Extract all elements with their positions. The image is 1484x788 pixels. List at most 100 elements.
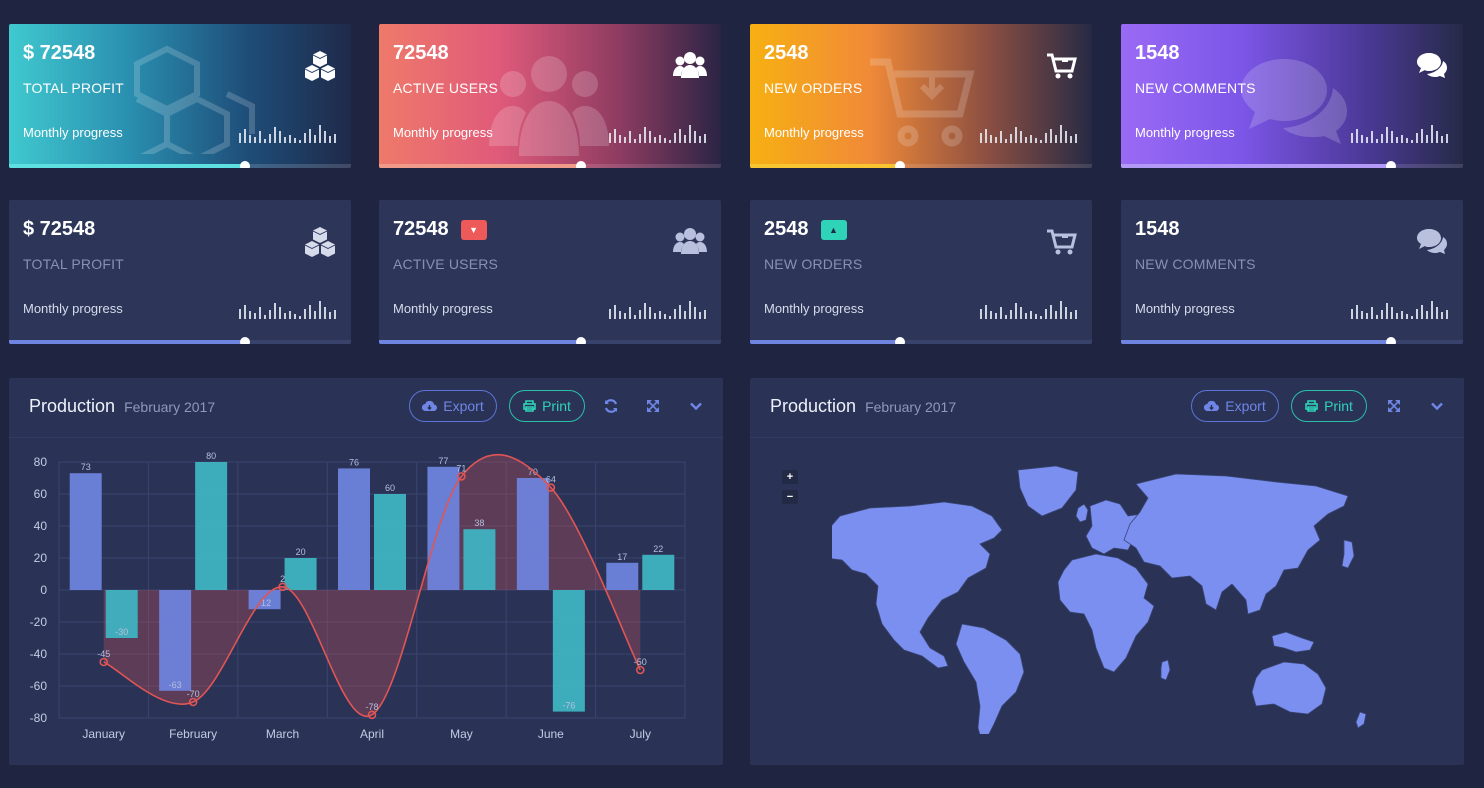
sparkline-bar <box>1065 131 1067 143</box>
sparkline-bar <box>644 303 646 319</box>
sparkline-bar <box>659 311 661 319</box>
data-label: -45 <box>97 649 110 659</box>
sparkline-bar <box>985 305 987 319</box>
refresh-icon[interactable] <box>603 398 619 414</box>
data-label: -50 <box>634 657 647 667</box>
sparkline-bar <box>1386 303 1388 319</box>
progress-knob[interactable] <box>1386 161 1397 168</box>
sparkline-bar <box>269 310 271 319</box>
stat-card-new-orders[interactable]: 2548 NEW ORDERS Monthly progress <box>750 24 1092 168</box>
progress-knob[interactable] <box>895 161 906 168</box>
sparkline-bar <box>1030 135 1032 143</box>
bar <box>516 478 549 590</box>
stat-card-active-users[interactable]: 72548 ACTIVE USERS Monthly progress <box>379 24 721 168</box>
stat-card-new-orders[interactable]: 2548 ▲ NEW ORDERS Monthly progress <box>750 200 1092 344</box>
sparkline-bar <box>1356 129 1358 143</box>
print-button[interactable]: Print <box>509 390 585 422</box>
bar <box>606 562 639 590</box>
bar <box>463 529 496 590</box>
sparkline <box>239 125 336 143</box>
sparkline-bar <box>624 137 626 143</box>
stat-label: TOTAL PROFIT <box>23 80 124 96</box>
map-uk <box>1075 503 1089 523</box>
stat-card-new-comments[interactable]: 1548 NEW COMMENTS Monthly progress <box>1121 200 1463 344</box>
sparkline-bar <box>679 305 681 319</box>
sparkline-bar <box>1426 135 1428 143</box>
sparkline-bar <box>1035 138 1037 143</box>
map-zoom-in-button[interactable]: + <box>782 470 798 484</box>
data-label: 76 <box>349 457 359 467</box>
stat-card-new-comments[interactable]: 1548 NEW COMMENTS Monthly progress <box>1121 24 1463 168</box>
cloud-download-icon <box>1204 400 1220 412</box>
bar <box>159 590 192 691</box>
sparkline-bar <box>1401 311 1403 319</box>
stat-card-active-users[interactable]: 72548 ▼ ACTIVE USERS Monthly progress <box>379 200 721 344</box>
progress-bar <box>750 340 901 344</box>
progress-knob[interactable] <box>575 161 586 168</box>
map-australia <box>1251 661 1327 715</box>
sparkline-bar <box>289 135 291 143</box>
data-label: 80 <box>206 451 216 461</box>
sparkline-bar <box>299 316 301 319</box>
sparkline-bar <box>1070 136 1072 143</box>
y-tick-label: -60 <box>30 679 48 693</box>
sparkline-bar <box>284 137 286 143</box>
x-tick-label: June <box>538 727 564 741</box>
sparkline-bar <box>1020 307 1022 319</box>
data-label: 64 <box>546 475 556 485</box>
map-zoom-out-button[interactable]: − <box>782 490 798 504</box>
data-label: 73 <box>81 462 91 472</box>
printer-icon <box>1305 400 1318 412</box>
sparkline-bar <box>639 134 641 143</box>
sparkline-bar <box>1351 133 1353 143</box>
progress-knob[interactable] <box>895 337 906 344</box>
stat-label: NEW ORDERS <box>764 80 863 96</box>
sparkline-bar <box>1361 311 1363 319</box>
sparkline-bar <box>1411 316 1413 319</box>
sparkline-bar <box>1411 140 1413 143</box>
export-button[interactable]: Export <box>1191 390 1279 422</box>
sparkline-bar <box>1396 137 1398 143</box>
progress-knob[interactable] <box>239 161 250 168</box>
sparkline-bar <box>314 311 316 319</box>
sparkline-bar <box>1376 315 1378 319</box>
sparkline-bar <box>614 305 616 319</box>
sparkline-bar <box>654 313 656 319</box>
bar <box>374 494 406 590</box>
sparkline <box>980 301 1077 319</box>
fullscreen-icon[interactable] <box>645 398 661 414</box>
stat-card-total-profit[interactable]: $ 72548 TOTAL PROFIT Monthly progress <box>9 200 351 344</box>
fullscreen-icon[interactable] <box>1386 398 1402 414</box>
progress-bar <box>9 340 245 344</box>
data-label: 2 <box>280 574 285 584</box>
progress-knob[interactable] <box>1386 337 1397 344</box>
stat-card-total-profit[interactable]: $ 72548 TOTAL PROFIT Monthly progress <box>9 24 351 168</box>
sparkline-bar <box>634 139 636 143</box>
export-button[interactable]: Export <box>409 390 497 422</box>
progress-knob[interactable] <box>239 337 250 344</box>
map-south-america <box>955 623 1025 734</box>
monthly-progress-label: Monthly progress <box>23 125 123 140</box>
progress-knob[interactable] <box>575 337 586 344</box>
down-caret-icon: ▼ <box>460 219 487 240</box>
sparkline-bar <box>985 129 987 143</box>
progress-bar <box>379 340 581 344</box>
sparkline-bar <box>1366 313 1368 319</box>
stat-value: 2548 <box>764 42 809 64</box>
sparkline-bar <box>674 309 676 319</box>
sparkline-bar <box>704 310 706 319</box>
chevron-down-icon[interactable] <box>688 398 704 414</box>
print-button[interactable]: Print <box>1291 390 1367 422</box>
sparkline-bar <box>609 309 611 319</box>
data-label: 20 <box>296 547 306 557</box>
sparkline-bar <box>1010 134 1012 143</box>
data-label: 77 <box>438 456 448 466</box>
sparkline <box>1351 301 1448 319</box>
sparkline-bar <box>324 307 326 319</box>
map-greenland <box>1017 465 1079 517</box>
world-map[interactable] <box>832 464 1382 734</box>
sparkline-bar <box>1060 301 1062 319</box>
chevron-down-icon[interactable] <box>1429 398 1445 414</box>
panel-subtitle: February 2017 <box>865 399 957 415</box>
sparkline-bar <box>1391 307 1393 319</box>
